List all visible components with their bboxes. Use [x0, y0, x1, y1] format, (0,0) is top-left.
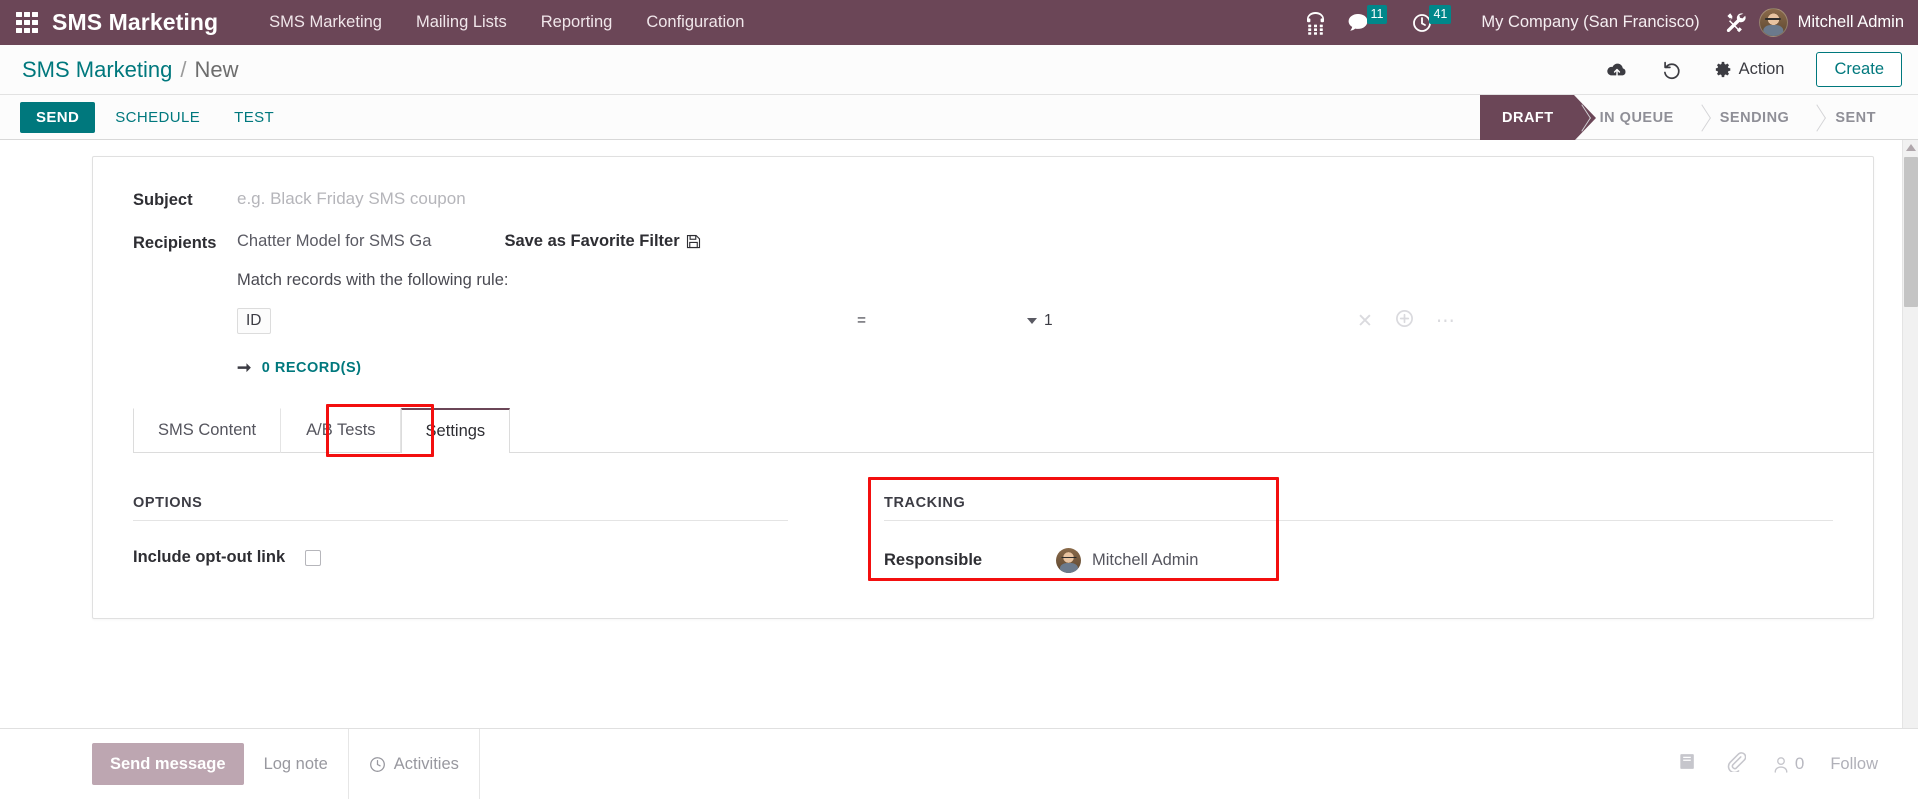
user-outline-icon	[1774, 756, 1788, 773]
followers-counter[interactable]: 0	[1772, 754, 1804, 774]
control-panel-actions: Action Create	[1589, 45, 1902, 94]
scrollbar-thumb[interactable]	[1904, 157, 1918, 307]
notebook-tabs: SMS Content A/B Tests Settings	[133, 404, 1873, 457]
breadcrumb-root[interactable]: SMS Marketing	[22, 57, 172, 83]
records-count-label: 0 RECORD(S)	[261, 360, 362, 376]
records-count-link[interactable]: ➞ 0 RECORD(S)	[237, 358, 362, 378]
top-navbar: SMS Marketing SMS Marketing Mailing List…	[0, 0, 1918, 45]
log-note-button[interactable]: Log note	[244, 729, 349, 799]
status-stage-draft[interactable]: DRAFT	[1480, 95, 1596, 141]
notebook: SMS Content A/B Tests Settings OPTIONS I…	[93, 404, 1873, 581]
tracking-group: TRACKING Responsible Mitchell Admin	[868, 477, 1873, 581]
tab-ab-tests[interactable]: A/B Tests	[281, 408, 401, 453]
menu-sms-marketing[interactable]: SMS Marketing	[252, 0, 399, 45]
save-favorite-filter-button[interactable]: Save as Favorite Filter	[504, 232, 700, 251]
floppy-save-icon	[686, 234, 700, 249]
responsible-avatar	[1056, 548, 1081, 573]
rule-value-input[interactable]: 1	[1027, 312, 1053, 330]
gear-icon	[1715, 61, 1730, 78]
optout-checkbox[interactable]	[305, 549, 321, 566]
navbar-right-section: 11 41 My Company (San Francisco) Mitchel…	[1294, 0, 1918, 45]
user-menu-label[interactable]: Mitchell Admin	[1798, 13, 1904, 32]
breadcrumb-separator: /	[180, 56, 187, 82]
followers-count: 0	[1794, 754, 1805, 773]
activities-label: Activities	[393, 754, 459, 773]
activities-counter[interactable]: 41	[1412, 4, 1454, 33]
chatter-right-tools: 0 Follow	[1678, 729, 1918, 799]
field-subject-row: Subject e.g. Black Friday SMS coupon	[93, 189, 1873, 210]
field-responsible-row: Responsible Mitchell Admin	[884, 548, 1873, 573]
rule-field-input[interactable]: ID	[237, 308, 271, 334]
form-content-area: Subject e.g. Black Friday SMS coupon Rec…	[0, 140, 1918, 799]
cloud-upload-icon	[1606, 63, 1626, 77]
rule-operator-select[interactable]: =	[857, 312, 866, 330]
save-favorite-filter-label: Save as Favorite Filter	[504, 232, 680, 250]
control-panel-statusbar-row: SEND SCHEDULE TEST DRAFT IN QUEUE SENDIN…	[0, 94, 1918, 141]
app-brand-title[interactable]: SMS Marketing	[52, 9, 218, 36]
tracking-group-title: TRACKING	[884, 495, 1833, 521]
tab-settings[interactable]: Settings	[400, 408, 511, 453]
field-recipients-row: Recipients Chatter Model for SMS Ga Save…	[93, 232, 1873, 378]
menu-mailing-lists[interactable]: Mailing Lists	[399, 0, 524, 45]
optout-label: Include opt-out link	[133, 548, 286, 566]
tab-sms-content[interactable]: SMS Content	[133, 408, 282, 453]
schedule-button[interactable]: SCHEDULE	[101, 102, 214, 133]
send-button[interactable]: SEND	[20, 101, 96, 133]
scroll-up-arrow-icon[interactable]	[1905, 144, 1916, 151]
form-sheet: Subject e.g. Black Friday SMS coupon Rec…	[92, 156, 1874, 619]
company-switcher[interactable]: My Company (San Francisco)	[1481, 13, 1699, 32]
status-stage-sent[interactable]: SENT	[1809, 95, 1896, 141]
messages-badge: 11	[1366, 4, 1388, 25]
options-group-title: OPTIONS	[133, 495, 788, 521]
messages-counter[interactable]: 11	[1348, 4, 1391, 33]
rule-value-text: 1	[1044, 312, 1053, 329]
ellipsis-icon[interactable]: ⋯	[1436, 310, 1455, 333]
vertical-scrollbar[interactable]	[1902, 140, 1918, 799]
recipients-model-value[interactable]: Chatter Model for SMS Ga	[237, 232, 452, 251]
clock-circle-icon	[369, 756, 385, 772]
responsible-name: Mitchell Admin	[1092, 551, 1199, 569]
domain-rule-row: ID = 1 ✕ ⋯	[237, 306, 1873, 336]
follow-button[interactable]: Follow	[1830, 755, 1878, 774]
send-message-button[interactable]: Send message	[92, 743, 244, 785]
activities-badge: 41	[1429, 4, 1452, 25]
chatter-bar: Send message Log note Activities 0 Follo…	[0, 728, 1918, 799]
rule-controls: ✕ ⋯	[1357, 309, 1455, 334]
status-stage-sending[interactable]: SENDING	[1694, 95, 1810, 141]
field-optout-row: Include opt-out link	[133, 548, 828, 567]
arrow-right-icon: ➞	[237, 358, 252, 377]
subject-input[interactable]: e.g. Black Friday SMS coupon	[237, 189, 466, 208]
match-rule-text: Match records with the following rule:	[237, 271, 509, 289]
options-group: OPTIONS Include opt-out link	[133, 495, 868, 573]
menu-reporting[interactable]: Reporting	[524, 0, 630, 45]
menu-configuration[interactable]: Configuration	[629, 0, 761, 45]
wrench-screwdriver-icon[interactable]	[1724, 11, 1748, 35]
book-log-icon[interactable]	[1678, 752, 1699, 776]
status-pipeline: DRAFT IN QUEUE SENDING SENT	[1480, 95, 1896, 141]
control-panel-top: SMS Marketing / New Action Create	[0, 45, 1918, 94]
subject-label: Subject	[133, 191, 193, 209]
recipients-label: Recipients	[133, 234, 217, 252]
save-record-button[interactable]	[1589, 61, 1645, 79]
dialpad-phone-icon[interactable]	[1305, 11, 1326, 35]
settings-tab-page: OPTIONS Include opt-out link TRACKING Re…	[133, 453, 1873, 581]
status-stage-in-queue[interactable]: IN QUEUE	[1574, 95, 1694, 141]
action-menu-label: Action	[1738, 60, 1785, 78]
apps-grid-icon[interactable]	[16, 11, 38, 34]
discard-record-button[interactable]	[1645, 60, 1701, 80]
undo-icon	[1663, 61, 1680, 79]
responsible-value[interactable]: Mitchell Admin	[1056, 548, 1198, 573]
action-menu-button[interactable]: Action	[1701, 60, 1803, 79]
paperclip-icon[interactable]	[1725, 751, 1747, 777]
activities-button[interactable]: Activities	[349, 729, 480, 799]
plus-circle-icon[interactable]	[1395, 309, 1414, 334]
close-x-icon[interactable]: ✕	[1357, 310, 1373, 333]
chevron-down-icon	[1027, 318, 1037, 324]
create-button[interactable]: Create	[1816, 52, 1902, 87]
avatar[interactable]	[1758, 8, 1788, 37]
breadcrumb-current: New	[194, 56, 239, 82]
test-button[interactable]: TEST	[220, 102, 288, 133]
responsible-label: Responsible	[884, 551, 983, 569]
